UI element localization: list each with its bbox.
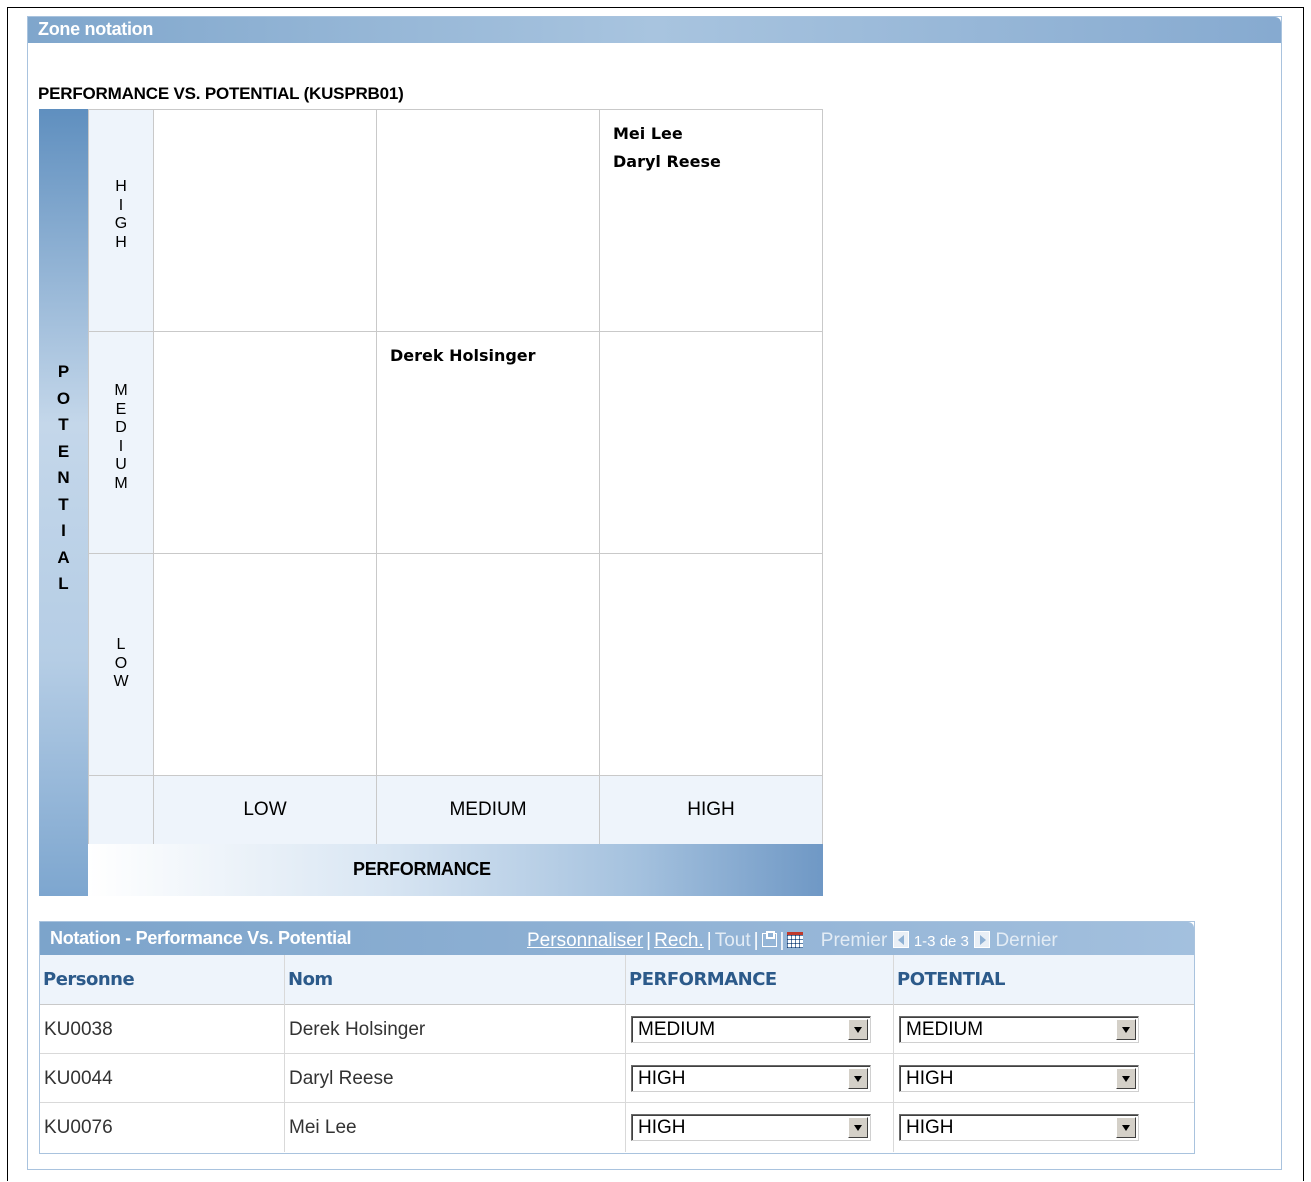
cell-low-low: [153, 553, 377, 776]
grid-navigation: Personnaliser | Rech. | Tout | | Premier 1-3 d…: [527, 930, 1058, 952]
row-label-high: H I G H: [114, 178, 128, 251]
cell-medium-high: [599, 331, 823, 554]
row-header-medium: M E D I U M: [88, 331, 154, 554]
previous-icon: [892, 931, 909, 948]
person-name: Daryl Reese: [285, 1054, 626, 1103]
performance-select[interactable]: MEDIUM: [631, 1016, 871, 1043]
table-row: KU0076 Mei Lee HIGH HIGH: [40, 1103, 1194, 1152]
performance-axis-label: PERFORMANCE: [353, 859, 491, 879]
view-all-link: Tout: [714, 930, 751, 951]
dropdown-arrow-icon[interactable]: [1116, 1019, 1136, 1040]
separator: |: [706, 930, 712, 951]
row-range: 1-3 de 3: [913, 933, 969, 950]
cell-medium-medium: Derek Holsinger: [376, 331, 600, 554]
performance-value: HIGH: [638, 1117, 686, 1138]
potential-select[interactable]: MEDIUM: [899, 1016, 1139, 1043]
cell-high-low: [153, 109, 377, 332]
potential-value: MEDIUM: [906, 1019, 984, 1040]
person-id: KU0076: [40, 1103, 285, 1152]
dropdown-arrow-icon[interactable]: [848, 1019, 868, 1040]
performance-select[interactable]: HIGH: [631, 1114, 871, 1141]
cell-medium-low: [153, 331, 377, 554]
performance-axis-band: PERFORMANCE: [88, 844, 823, 896]
performance-value: HIGH: [638, 1068, 686, 1089]
potential-cell: MEDIUM: [894, 1005, 1196, 1054]
column-header-name[interactable]: Nom: [285, 955, 626, 1005]
potential-value: HIGH: [906, 1068, 954, 1089]
grid-header: Notation - Performance Vs. Potential Per…: [40, 922, 1194, 955]
col-header-low: LOW: [153, 775, 377, 845]
cell-high-high: Mei Lee Daryl Reese: [599, 109, 823, 332]
separator: |: [646, 930, 652, 951]
cell-names: Mei Lee Daryl Reese: [613, 124, 721, 171]
grid-header-title: Notation - Performance Vs. Potential: [50, 928, 352, 948]
new-window-icon[interactable]: [761, 931, 777, 947]
next-icon: [974, 931, 991, 948]
potential-select[interactable]: HIGH: [899, 1114, 1139, 1141]
potential-select[interactable]: HIGH: [899, 1065, 1139, 1092]
cell-low-medium: [376, 553, 600, 776]
section-title: Zone notation: [38, 19, 154, 39]
row-label-medium: M E D I U M: [114, 382, 128, 492]
person-name: Derek Holsinger: [285, 1005, 626, 1054]
col-header-high: HIGH: [599, 775, 823, 845]
potential-axis-label: P O T E N T I A L: [56, 362, 71, 593]
notation-grid: Notation - Performance Vs. Potential Per…: [39, 921, 1195, 1154]
dropdown-arrow-icon[interactable]: [1116, 1068, 1136, 1089]
performance-cell: MEDIUM: [626, 1005, 894, 1054]
table-row: KU0044 Daryl Reese HIGH HIGH: [40, 1054, 1194, 1103]
dropdown-arrow-icon[interactable]: [1116, 1117, 1136, 1138]
separator: |: [779, 930, 785, 951]
potential-axis-band: P O T E N T I A L: [39, 109, 88, 896]
table-header-row: Personne Nom PERFORMANCE POTENTIAL: [40, 955, 1194, 1005]
person-name: Mei Lee: [285, 1103, 626, 1152]
last-link: Dernier: [995, 930, 1058, 951]
performance-cell: HIGH: [626, 1103, 894, 1152]
section-header: Zone notation: [28, 17, 1281, 43]
grid-title: PERFORMANCE VS. POTENTIAL (KUSPRB01): [38, 84, 404, 103]
separator: |: [753, 930, 759, 951]
personalize-link[interactable]: Personnaliser: [527, 930, 643, 951]
potential-value: HIGH: [906, 1117, 954, 1138]
download-grid-icon[interactable]: [787, 932, 804, 948]
cell-names: Derek Holsinger: [390, 346, 536, 365]
performance-select[interactable]: HIGH: [631, 1065, 871, 1092]
row-header-high: H I G H: [88, 109, 154, 332]
performance-cell: HIGH: [626, 1054, 894, 1103]
row-label-low: L O W: [113, 636, 129, 690]
col-header-medium: MEDIUM: [376, 775, 600, 845]
find-link[interactable]: Rech.: [654, 930, 704, 951]
performance-potential-grid: P O T E N T I A L H I G H M E D I U M L …: [39, 109, 823, 896]
dropdown-arrow-icon[interactable]: [848, 1068, 868, 1089]
column-header-person[interactable]: Personne: [40, 955, 285, 1005]
corner-cell: [88, 775, 154, 845]
dropdown-arrow-icon[interactable]: [848, 1117, 868, 1138]
cell-low-high: [599, 553, 823, 776]
potential-cell: HIGH: [894, 1103, 1196, 1152]
table-row: KU0038 Derek Holsinger MEDIUM MEDIUM: [40, 1005, 1194, 1054]
row-header-low: L O W: [88, 553, 154, 776]
cell-high-medium: [376, 109, 600, 332]
column-header-potential[interactable]: POTENTIAL: [894, 955, 1196, 1005]
column-header-performance[interactable]: PERFORMANCE: [626, 955, 894, 1005]
first-link: Premier: [820, 930, 888, 951]
potential-cell: HIGH: [894, 1054, 1196, 1103]
performance-value: MEDIUM: [638, 1019, 716, 1040]
person-id: KU0044: [40, 1054, 285, 1103]
person-id: KU0038: [40, 1005, 285, 1054]
